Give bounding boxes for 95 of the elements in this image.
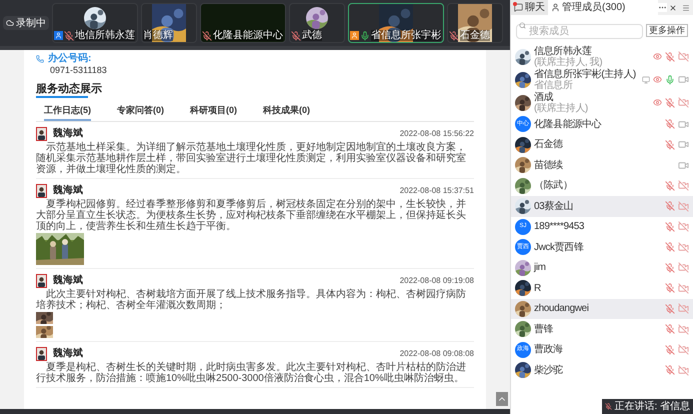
tab[interactable]: 专家问答(0) xyxy=(117,104,164,121)
participant-name: 地信所韩永莲 xyxy=(75,30,135,41)
member-name: 曹锋 xyxy=(534,324,554,335)
camera-icon[interactable] xyxy=(678,74,689,85)
panel-tab[interactable]: 聊天 xyxy=(511,0,548,15)
camera-off-icon[interactable] xyxy=(678,200,689,212)
post-text: 夏季是枸杞、杏树生长的关键时期，此时病虫害多发。此次主要针对枸杞、杏叶片枯枯的防治进行技术服务，防治措施：喷施10%吡虫啉2500-3000倍液防治食心虫，混合10%吡虫啉防治蚜虫。 xyxy=(36,362,467,384)
phone-icon xyxy=(36,55,44,63)
member-name: 曹政海 xyxy=(534,344,564,356)
title-underline xyxy=(36,96,88,98)
member-row[interactable]: zhoudangwei xyxy=(511,298,693,319)
member-name: 03蔡金山 xyxy=(534,200,574,212)
member-name: Jwck贾西锋 xyxy=(534,242,584,253)
member-role: (联席主持人) xyxy=(534,102,589,114)
member-name: 省信息所张宇彬(主持人) xyxy=(534,68,637,80)
speaking-text: 正在讲话: 省信息 xyxy=(614,400,690,414)
participant-name: 省信息所张宇彬 xyxy=(371,30,441,41)
post-time: 2022-08-08 15:56:22 xyxy=(400,128,474,140)
menu-icon[interactable] xyxy=(682,4,690,12)
section-title: 服务动态展示 xyxy=(36,82,102,96)
camera-off-icon[interactable] xyxy=(678,364,689,376)
participant-name: 肖德辉 xyxy=(143,30,173,41)
post-text: 示范基地土样采集。为详细了解示范基地土壤理化性质，更好地制定因地制宜的土壤改良方案，随机采集示范基地耕作层土样，带回实验室进行土壤理化性质测定，利用实验室仪器设备和研究室资源，并做土壤理化性质的测定。 xyxy=(36,142,467,175)
member-name: 苗德续 xyxy=(534,160,564,171)
person-icon xyxy=(551,3,560,12)
author-name: 魏海斌 xyxy=(53,126,83,141)
search-icon xyxy=(519,22,526,29)
more-actions-button[interactable]: 更多操作 xyxy=(646,24,688,36)
eye-icon[interactable] xyxy=(653,75,662,84)
camera-off-icon[interactable] xyxy=(678,221,689,232)
video-tile[interactable]: 化隆县能源中心 xyxy=(200,3,286,43)
camera-off-icon[interactable] xyxy=(678,344,689,356)
tab[interactable]: 科技成果(0) xyxy=(263,104,310,121)
post-text: 此次主要针对枸杞、杏树栽培方面开展了线上技术服务指导。具体内容为：枸杞、杏树园疗病防培养技术；枸杞、杏树全年灌溉次数周期； xyxy=(36,289,467,311)
tab[interactable]: 工作日志(5) xyxy=(44,104,91,121)
member-name: jim xyxy=(534,262,547,274)
close-icon[interactable] xyxy=(669,4,677,12)
camera-off-icon[interactable] xyxy=(678,303,689,314)
tab[interactable]: 科研项目(0) xyxy=(190,104,237,121)
mic-muted-icon xyxy=(605,403,612,410)
member-name: 酒成 xyxy=(534,92,554,102)
camera-off-icon[interactable] xyxy=(678,282,689,294)
camera-icon[interactable] xyxy=(678,139,689,150)
mic-muted-icon[interactable] xyxy=(449,30,459,40)
mic-muted-icon[interactable] xyxy=(291,30,301,40)
member-name: 化隆县能源中心 xyxy=(534,118,602,130)
mic-muted-icon[interactable] xyxy=(64,30,74,40)
more-icon[interactable] xyxy=(658,3,667,12)
video-tile[interactable]: 省信息所张宇彬 xyxy=(348,3,444,43)
camera-off-icon[interactable] xyxy=(678,51,689,62)
member-name: zhoudangwei xyxy=(534,303,590,314)
scroll-top-button[interactable] xyxy=(496,392,508,406)
camera-off-icon[interactable] xyxy=(678,324,689,335)
post-text: 夏季枸杞园修剪。经过春季整形修剪和夏季修剪后，树冠枝条固定在分别的架中，生长较快，并大部分呈直立生长状态。为便枝条生长势，应对枸杞枝条下垂部缠绕在水平棚架上，但保持延长头顶的向上，使营养生长和生殖生长趋于平衡。 xyxy=(36,199,467,232)
camera-off-icon[interactable] xyxy=(678,180,689,192)
member-name: （陈武） xyxy=(534,180,574,192)
mic-muted-icon[interactable] xyxy=(202,30,212,40)
phone-number: 0971-5311183 xyxy=(49,65,108,76)
video-tile[interactable]: 武德 xyxy=(289,3,345,43)
camera-icon[interactable] xyxy=(678,118,689,130)
participant-name: 石金德 xyxy=(460,30,490,41)
video-tile[interactable]: 肖德辉 xyxy=(141,3,197,43)
post-time: 2022-08-08 15:37:51 xyxy=(400,184,474,196)
camera-off-icon[interactable] xyxy=(678,97,689,108)
participant-name: 化隆县能源中心 xyxy=(213,30,283,41)
camera-off-icon[interactable] xyxy=(678,262,689,274)
search-field[interactable]: 搜索成员 xyxy=(516,24,643,39)
panel-tab[interactable]: 管理成员(300) xyxy=(548,0,658,15)
microphone-icon[interactable] xyxy=(360,30,370,40)
member-name: 189****9453 xyxy=(534,221,586,232)
member-name: 柴沙驼 xyxy=(534,364,564,376)
cloud-icon xyxy=(6,19,14,27)
recording-badge[interactable]: 录制中 xyxy=(3,16,49,30)
participant-name: 武德 xyxy=(302,30,322,41)
camera-icon[interactable] xyxy=(678,160,689,171)
screen-icon[interactable] xyxy=(642,76,650,84)
eye-icon[interactable] xyxy=(653,98,662,107)
author-name: 魏海斌 xyxy=(53,346,83,361)
chat-icon xyxy=(514,3,523,12)
video-tile[interactable]: 地信所韩永莲 xyxy=(52,3,138,43)
member-role: (联席主持人, 我) xyxy=(534,56,604,68)
recording-label: 录制中 xyxy=(16,16,46,30)
member-name: R xyxy=(534,282,542,294)
eye-icon[interactable] xyxy=(653,52,662,61)
camera-off-icon[interactable] xyxy=(678,242,689,253)
contact-label: 办公号码: xyxy=(48,53,92,65)
post-time: 2022-08-08 09:19:08 xyxy=(400,274,474,286)
author-name: 魏海斌 xyxy=(53,184,83,198)
member-role: 省信息所 xyxy=(534,80,573,90)
post-time: 2022-08-08 09:08:08 xyxy=(400,348,474,360)
author-name: 魏海斌 xyxy=(53,274,83,288)
member-row[interactable]: 03蔡金山 xyxy=(511,196,693,216)
member-name: 信息所韩永莲 xyxy=(534,46,593,56)
video-tile[interactable]: 石金德 xyxy=(447,3,503,43)
member-name: 石金德 xyxy=(534,139,564,150)
